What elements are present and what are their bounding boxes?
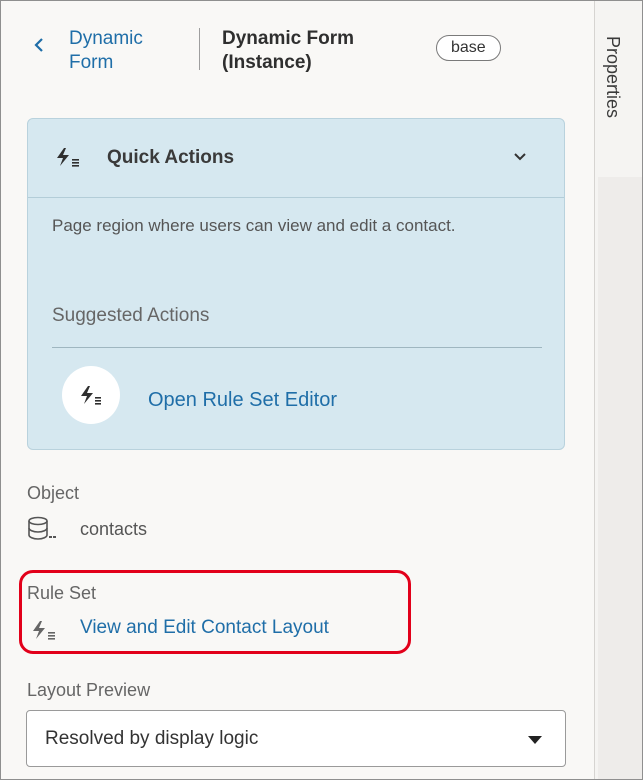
rule-set-link[interactable]: View and Edit Contact Layout <box>80 617 329 639</box>
rule-set-label: Rule Set <box>27 583 97 603</box>
tab-properties[interactable]: Properties <box>602 36 623 118</box>
back-link[interactable]: Dynamic Form <box>69 27 179 75</box>
suggested-actions-label: Suggested Actions <box>52 305 210 326</box>
header-divider <box>199 28 200 70</box>
layout-preview-label: Layout Preview <box>27 680 151 700</box>
quick-actions-title: Quick Actions <box>107 147 235 168</box>
open-rule-set-editor-icon-button[interactable] <box>62 366 120 424</box>
open-rule-set-editor-link[interactable]: Open Rule Set Editor <box>148 389 337 412</box>
rule-set-icon <box>81 386 101 405</box>
quick-actions-header-divider <box>28 197 564 198</box>
page-title: Dynamic Form (Instance) <box>222 28 354 73</box>
status-badge: base <box>436 35 501 61</box>
object-value: contacts <box>80 519 148 539</box>
chevron-down-icon[interactable] <box>513 152 527 162</box>
caret-down-icon <box>528 736 542 744</box>
layout-preview-select[interactable]: Resolved by display logic <box>26 710 566 767</box>
chevron-left-icon[interactable] <box>34 38 44 52</box>
suggested-actions-divider <box>52 347 542 348</box>
side-tab-empty-area <box>598 177 642 779</box>
database-icon <box>28 516 56 540</box>
quick-actions-description: Page region where users can view and edi… <box>52 216 456 235</box>
rule-set-icon <box>33 621 55 640</box>
rule-set-icon <box>57 148 79 167</box>
object-label: Object <box>27 483 80 503</box>
quick-actions-panel: Quick Actions Page region where users ca… <box>27 118 565 450</box>
layout-preview-value: Resolved by display logic <box>45 728 259 749</box>
